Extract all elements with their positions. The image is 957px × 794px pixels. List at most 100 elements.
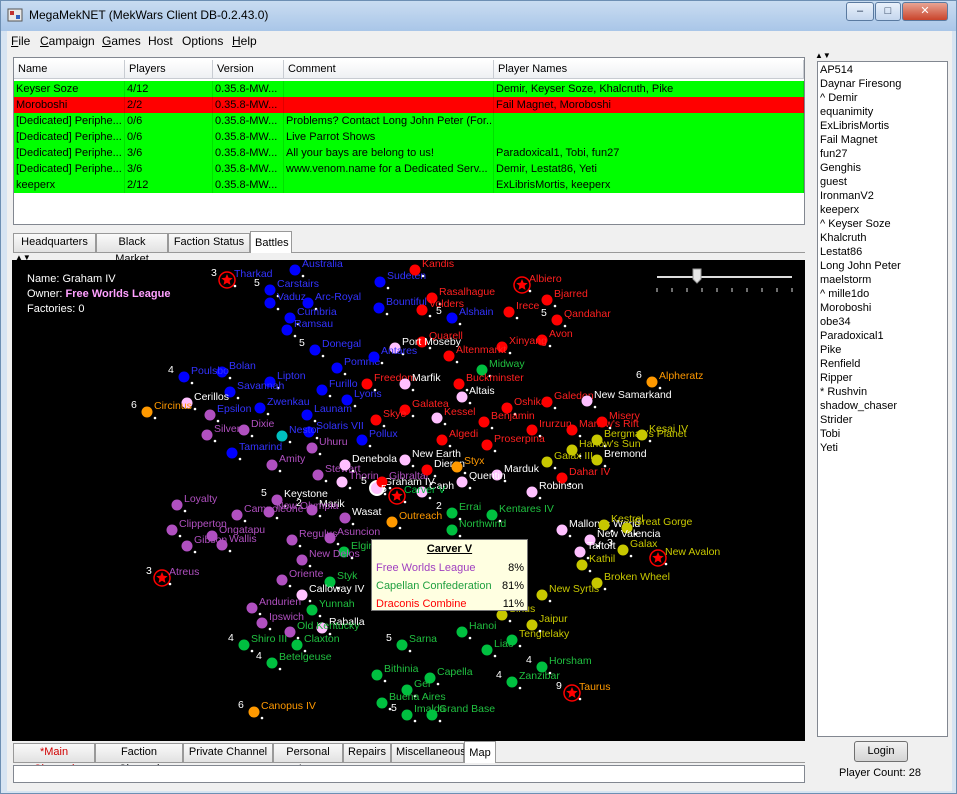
planet-andurien[interactable]: [246, 602, 258, 614]
planet-antares[interactable]: [368, 351, 380, 363]
planet-sudeten[interactable]: [374, 276, 386, 288]
right-splitter-arrows[interactable]: ▲▼: [815, 51, 831, 60]
planet-imalda[interactable]: [401, 709, 413, 721]
player-list[interactable]: AP514 Daynar Firesong ^ Demir equanimity ExL…: [817, 61, 948, 737]
column-header[interactable]: Player Names: [494, 60, 804, 79]
planet-mallory-s-world[interactable]: [556, 524, 568, 536]
player-list-item[interactable]: Long John Peter: [820, 259, 901, 273]
planet-circinus[interactable]: [141, 406, 153, 418]
menu-file[interactable]: File: [11, 34, 30, 48]
bottom-tab-main-channel[interactable]: *Main Channel: [13, 743, 95, 775]
table-row[interactable]: keeperx 2/12 0.35.8-MW... ExLibrisMortis, k…: [14, 177, 804, 193]
player-list-item[interactable]: Lestat86: [820, 245, 862, 259]
planet-amity[interactable]: [266, 459, 278, 471]
planet-thorin[interactable]: [336, 476, 348, 488]
planet-zanzibar[interactable]: [506, 676, 518, 688]
planet-zwenkau[interactable]: [254, 402, 266, 414]
player-list-item[interactable]: Daynar Firesong: [820, 77, 901, 91]
planet-ramsau[interactable]: [281, 324, 293, 336]
planet-broken-wheel[interactable]: [591, 577, 603, 589]
player-list-item[interactable]: keeperx: [820, 203, 859, 217]
maximize-button[interactable]: □: [875, 2, 901, 21]
planet-galedon[interactable]: [541, 396, 553, 408]
table-row[interactable]: Keyser Soze 4/12 0.35.8-MW... Demir, Keyser…: [14, 81, 804, 97]
table-row[interactable]: [Dedicated] Periphe... 3/6 0.35.8-MW... www…: [14, 161, 804, 177]
planet-wallis[interactable]: [216, 539, 228, 551]
planet-buckminster[interactable]: [453, 378, 465, 390]
planet-jaipur[interactable]: [526, 619, 538, 631]
game-server-table[interactable]: Name Players Version Comment Player Names Ke…: [13, 57, 805, 225]
planet-stewart[interactable]: [312, 469, 324, 481]
planet-shiro-iii[interactable]: [238, 639, 250, 651]
planet-alpheratz[interactable]: [646, 376, 658, 388]
planet-marlow-s-rift[interactable]: [566, 424, 578, 436]
chat-input[interactable]: [13, 765, 805, 783]
planet-skye[interactable]: [370, 414, 382, 426]
planet-wasat[interactable]: [339, 512, 351, 524]
planet-irece[interactable]: [503, 306, 515, 318]
menu-help[interactable]: Help: [232, 34, 257, 48]
bottom-tab-miscellaneous[interactable]: Miscellaneous: [391, 743, 466, 762]
planet-new-samarkand[interactable]: [581, 395, 593, 407]
planet-altenmarkt[interactable]: [443, 350, 455, 362]
planet-donegal[interactable]: [309, 344, 321, 356]
tab-faction-status[interactable]: Faction Status: [168, 233, 250, 252]
planet-grand-base[interactable]: [426, 709, 438, 721]
player-list-item[interactable]: shadow_chaser: [820, 399, 897, 413]
planet-dieron[interactable]: [421, 464, 433, 476]
planet-robinson[interactable]: [526, 486, 538, 498]
planet-furillo[interactable]: [316, 384, 328, 396]
planet-marfik[interactable]: [399, 378, 411, 390]
planet-canopus-iv[interactable]: [248, 706, 260, 718]
player-list-item[interactable]: Yeti: [820, 441, 838, 455]
planet-benjamin[interactable]: [478, 416, 490, 428]
planet-yunnah[interactable]: [306, 604, 318, 616]
close-button[interactable]: ✕: [902, 2, 948, 21]
minimize-button[interactable]: –: [846, 2, 874, 21]
player-list-item[interactable]: ^ mille1do: [820, 287, 869, 301]
starmap[interactable]: Tharkad 3 Australia Carstairs 5 Vaduz Arc-Roya…: [12, 260, 805, 741]
bottom-tab-personal-log[interactable]: Personal Log: [273, 743, 343, 775]
tab-battles[interactable]: Battles: [250, 231, 292, 253]
title-bar[interactable]: MegaMekNET (MekWars Client DB-0.2.43.0) …: [1, 1, 956, 31]
player-list-item[interactable]: Tobi: [820, 427, 840, 441]
planet-misery[interactable]: [596, 416, 608, 428]
player-list-item[interactable]: * Rushvin: [820, 385, 867, 399]
player-list-item[interactable]: fun27: [820, 147, 848, 161]
player-list-item[interactable]: maelstorm: [820, 273, 871, 287]
planet-errai[interactable]: [446, 507, 458, 519]
planet-kessel[interactable]: [431, 412, 443, 424]
planet-hanoi[interactable]: [456, 626, 468, 638]
player-list-item[interactable]: Renfield: [820, 357, 860, 371]
planet-alshain[interactable]: [446, 312, 458, 324]
planet-quentin[interactable]: [456, 476, 468, 488]
table-row[interactable]: Moroboshi 2/2 0.35.8-MW... Fail Magnet, Mor…: [14, 97, 804, 113]
bottom-tab-map[interactable]: Map: [464, 741, 496, 763]
planet-ipswich[interactable]: [256, 617, 268, 629]
planet-asuncion[interactable]: [324, 532, 336, 544]
menu-campaign[interactable]: Campaign: [40, 34, 95, 48]
planet-buena-aires[interactable]: [376, 697, 388, 709]
planet-lyons[interactable]: [341, 394, 353, 406]
planet-bremond[interactable]: [591, 454, 603, 466]
column-header[interactable]: Name: [14, 60, 125, 79]
planet-launam[interactable]: [301, 409, 313, 421]
table-row[interactable]: [Dedicated] Periphe... 0/6 0.35.8-MW... Liv…: [14, 129, 804, 145]
player-list-item[interactable]: IronmanV2: [820, 189, 874, 203]
planet-poulsbo[interactable]: [178, 371, 190, 383]
planet-gibson[interactable]: [181, 540, 193, 552]
bottom-tab-repairs[interactable]: Repairs: [343, 743, 391, 762]
player-list-item[interactable]: AP514: [820, 63, 853, 77]
planet-kathil[interactable]: [576, 559, 588, 571]
planet-loyalty[interactable]: [171, 499, 183, 511]
planet-new-syrtis[interactable]: [536, 589, 548, 601]
menu-games[interactable]: Games: [102, 34, 141, 48]
planet-regulus[interactable]: [286, 534, 298, 546]
planet-betelgeuse[interactable]: [266, 657, 278, 669]
planet-tamarind[interactable]: [226, 447, 238, 459]
planet-silver[interactable]: [201, 429, 213, 441]
planet-pomme[interactable]: [331, 362, 343, 374]
planet-new-earth[interactable]: [399, 454, 411, 466]
planet-new-olympia[interactable]: [263, 506, 275, 518]
planet-oriente[interactable]: [276, 574, 288, 586]
